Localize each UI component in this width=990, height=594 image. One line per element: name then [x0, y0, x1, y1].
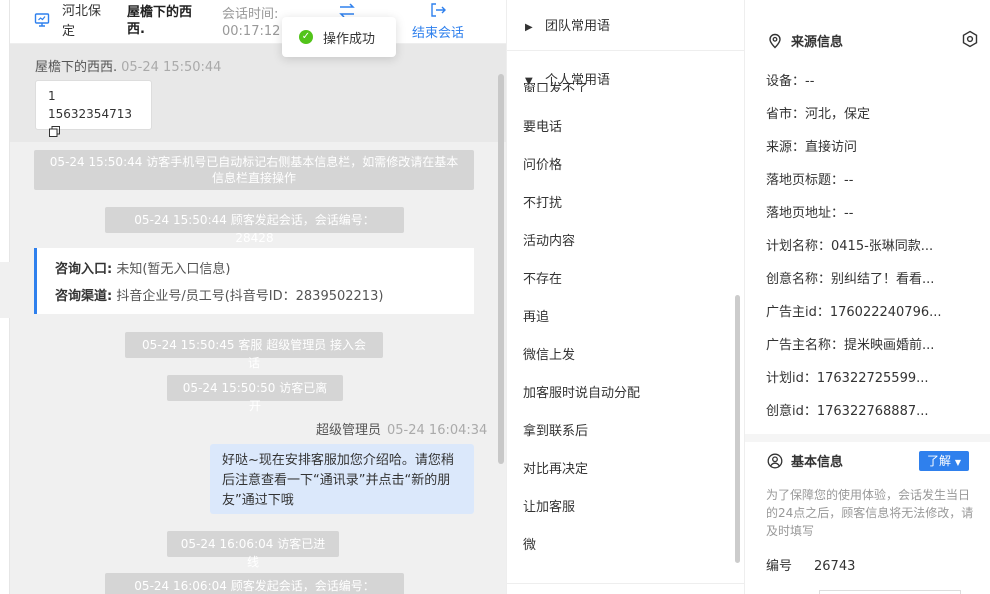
- source-field-landing-url: 落地页地址：--: [766, 206, 854, 221]
- visitor-location: 河北保定: [62, 4, 102, 39]
- section-divider: [745, 434, 990, 442]
- phrase-item[interactable]: 再追: [523, 306, 549, 325]
- monitor-icon: [34, 12, 50, 28]
- phrase-item[interactable]: 问价格: [523, 154, 562, 173]
- quick-phrases-panel: ▶ 团队常用语 ▼ 个人常用语 窗口发不了 要电话 问价格 不打扰 活动内容 不存在…: [506, 0, 745, 594]
- number-label: 编号: [766, 559, 793, 574]
- phrase-item[interactable]: 不打扰: [523, 192, 562, 211]
- source-field-region: 省市：河北，保定: [766, 107, 871, 122]
- settings-icon[interactable]: [961, 30, 979, 48]
- phrase-item[interactable]: 窗口发不了: [523, 76, 623, 92]
- system-message: 05-24 15:50:45 客服 超级管理员 接入会话: [125, 332, 383, 370]
- check-circle-icon: ✓: [299, 30, 313, 44]
- agent-message-header: 超级管理员 05-24 16:04:34: [316, 419, 487, 438]
- chat-area[interactable]: 屋檐下的西西. 05-24 15:50:44 1 15632354713 05-2…: [10, 44, 506, 594]
- agent-message-bubble: 好哒~现在安排客服加您介绍哈。请您稍后注意查看一下“通讯录”并点击“新的朋友”通…: [210, 444, 474, 514]
- basic-info-note: 为了保障您的使用体验，会话发生当日的24点之后，顾客信息将无法修改，请及时填写: [766, 488, 974, 538]
- phrase-item[interactable]: 要电话: [523, 116, 562, 135]
- chat-scrollbar[interactable]: [498, 74, 504, 464]
- phrases-scrollbar[interactable]: [735, 295, 740, 563]
- channel-label: 咨询渠道:: [55, 289, 113, 304]
- session-time-label: 会话时间:: [222, 7, 279, 22]
- number-value: 26743: [814, 559, 856, 574]
- location-pin-icon: [769, 33, 781, 48]
- message-line: 1: [48, 89, 56, 103]
- visitor-message-card: 1 15632354713: [35, 80, 152, 137]
- toast-text: 操作成功: [323, 31, 376, 47]
- consult-info-card: 咨询入口: 未知(暂无入口信息) 咨询渠道: 抖音企业号/员工号(抖音号ID：2…: [34, 248, 474, 314]
- system-message: 05-24 15:50:44 访客手机号已自动标记右侧基本信息栏，如需修改请在基…: [34, 150, 474, 190]
- phrase-item[interactable]: 对比再决定: [523, 458, 588, 477]
- caret-right-icon: ▶: [525, 22, 533, 33]
- group-label: 团队常用语: [545, 19, 611, 34]
- phrase-item[interactable]: 拿到联系后: [523, 420, 588, 439]
- visitor-info-panel: 来源信息 设备：-- 省市：河北，保定 来源：直接访问 落地页标题：-- 落地页…: [745, 0, 990, 594]
- left-strip-band: [0, 262, 10, 318]
- phrase-item[interactable]: 不存在: [523, 268, 562, 287]
- system-message: 05-24 16:06:04 访客已进线: [167, 531, 339, 569]
- message-sender: 屋檐下的西西.: [35, 60, 118, 75]
- end-session-button[interactable]: 结束会话: [408, 2, 468, 41]
- user-circle-icon: [767, 453, 783, 468]
- source-field-creative-name: 创意名称：别纠结了！看看...: [766, 272, 935, 287]
- success-toast: ✓ 操作成功: [282, 17, 396, 57]
- exit-icon: [431, 3, 446, 17]
- source-field-creative-id: 创意id：176322768887...: [766, 404, 929, 419]
- end-session-label: 结束会话: [411, 26, 464, 41]
- divider: [507, 50, 744, 51]
- learn-more-dropdown[interactable]: 了解 ▼: [919, 451, 969, 471]
- source-field-advertiser-id: 广告主id：176022240796...: [766, 305, 942, 320]
- visitor-message-header: 屋檐下的西西. 05-24 15:50:44: [35, 56, 221, 75]
- session-time-value: 00:17:12: [222, 24, 281, 39]
- system-message: 05-24 16:06:04 顾客发起会话，会话编号：28429: [105, 573, 404, 594]
- phrase-item[interactable]: 让加客服: [523, 496, 575, 515]
- entry-value: 未知(暂无入口信息): [116, 262, 231, 277]
- source-field-source: 来源：直接访问: [766, 140, 858, 155]
- visitor-number-row: 编号 26743: [766, 555, 855, 574]
- left-strip: [0, 0, 10, 594]
- source-field-plan-id: 计划id：176322725599...: [766, 371, 929, 386]
- visitor-name: 屋檐下的西西.: [127, 5, 193, 37]
- phrase-item[interactable]: 加客服时说自动分配: [523, 382, 640, 401]
- entry-label: 咨询入口:: [55, 262, 113, 277]
- system-message: 05-24 15:50:44 顾客发起会话，会话编号：28428: [105, 207, 404, 245]
- agent-name: 超级管理员: [316, 423, 382, 438]
- basic-info-title: 基本信息: [767, 451, 843, 470]
- input-field-edge[interactable]: [819, 590, 961, 594]
- source-field-plan-name: 计划名称：0415-张琳同款...: [766, 239, 934, 254]
- caret-down-icon: ▼: [954, 458, 961, 467]
- source-info-title: 来源信息: [767, 31, 843, 50]
- copy-icon[interactable]: [49, 124, 60, 137]
- source-field-device: 设备：--: [766, 74, 815, 89]
- divider: [507, 583, 744, 584]
- phrase-item[interactable]: 活动内容: [523, 230, 575, 249]
- system-message: 05-24 15:50:50 访客已离开: [167, 375, 343, 413]
- source-field-landing-title: 落地页标题：--: [766, 173, 854, 188]
- phrase-item[interactable]: 微信上发: [523, 344, 575, 363]
- message-time: 05-24 15:50:44: [121, 60, 222, 75]
- message-time: 05-24 16:04:34: [387, 423, 488, 438]
- team-phrases-group[interactable]: ▶ 团队常用语: [525, 15, 610, 34]
- phrase-item[interactable]: 微: [523, 534, 536, 553]
- phone-number: 15632354713: [48, 107, 132, 121]
- session-header: 河北保定 屋檐下的西西. 会话时间: 00:17:12 结束会话: [10, 0, 506, 44]
- source-field-advertiser-name: 广告主名称：提米映画婚前...: [766, 338, 935, 353]
- channel-value: 抖音企业号/员工号(抖音号ID：2839502213): [116, 289, 384, 304]
